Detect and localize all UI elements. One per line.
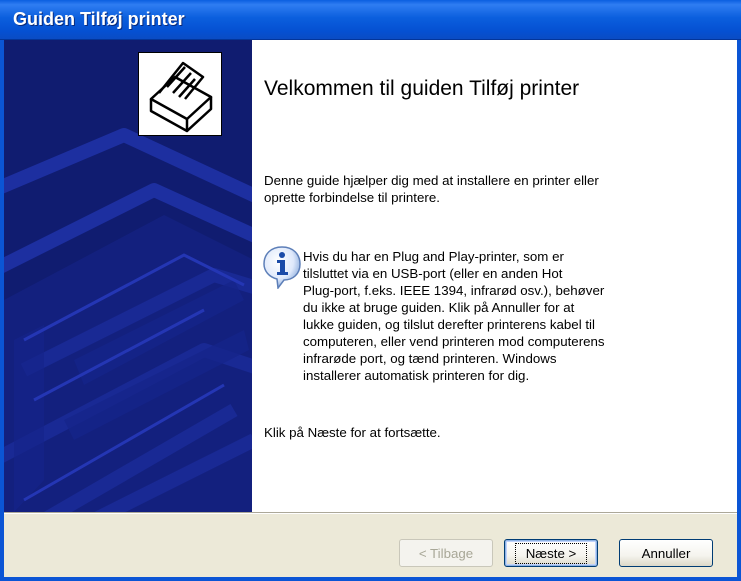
page-title: Velkommen til guiden Tilføj printer — [264, 77, 580, 100]
info-line: installerer automatisk printeren for dig… — [303, 368, 530, 383]
content-panel: Velkommen til guiden Tilføj printer Denn… — [252, 40, 737, 512]
continue-text: Klik på Næste for at fortsætte. — [264, 425, 441, 440]
intro-line: Denne guide hjælper dig med at installer… — [264, 173, 599, 188]
back-button[interactable]: < Tilbage — [399, 539, 493, 567]
info-line: du ikke at bruge guiden. Klik på Annulle… — [303, 300, 575, 315]
button-bar: < Tilbage Næste > Annuller — [4, 514, 737, 577]
info-icon — [262, 245, 302, 290]
info-line: Plug-port, f.eks. IEEE 1394, infrarød os… — [303, 283, 605, 298]
info-line: tilsluttet via en USB-port (eller en and… — [303, 266, 563, 281]
back-button-label: < Tilbage — [418, 545, 474, 561]
intro-line: oprette forbindelse til printere. — [264, 190, 440, 205]
info-line: infrarøde port, og tænd printeren. Windo… — [303, 351, 557, 366]
intro-text: Denne guide hjælper dig med at installer… — [264, 172, 714, 206]
info-line: lukke guiden, og tilslut derefter printe… — [303, 317, 595, 332]
next-button[interactable]: Næste > — [504, 539, 598, 567]
printer-icon — [138, 52, 222, 136]
next-button-label: Næste > — [514, 542, 588, 564]
info-text: Hvis du har en Plug and Play-printer, so… — [303, 248, 728, 384]
title-bar[interactable]: Guiden Tilføj printer — [0, 0, 741, 40]
cancel-button[interactable]: Annuller — [619, 539, 713, 567]
info-line: computeren, eller vend printeren mod com… — [303, 334, 605, 349]
side-panel — [4, 40, 252, 512]
info-line: Hvis du har en Plug and Play-printer, so… — [303, 249, 564, 264]
cancel-button-label: Annuller — [641, 545, 691, 561]
window-title: Guiden Tilføj printer — [13, 9, 185, 29]
